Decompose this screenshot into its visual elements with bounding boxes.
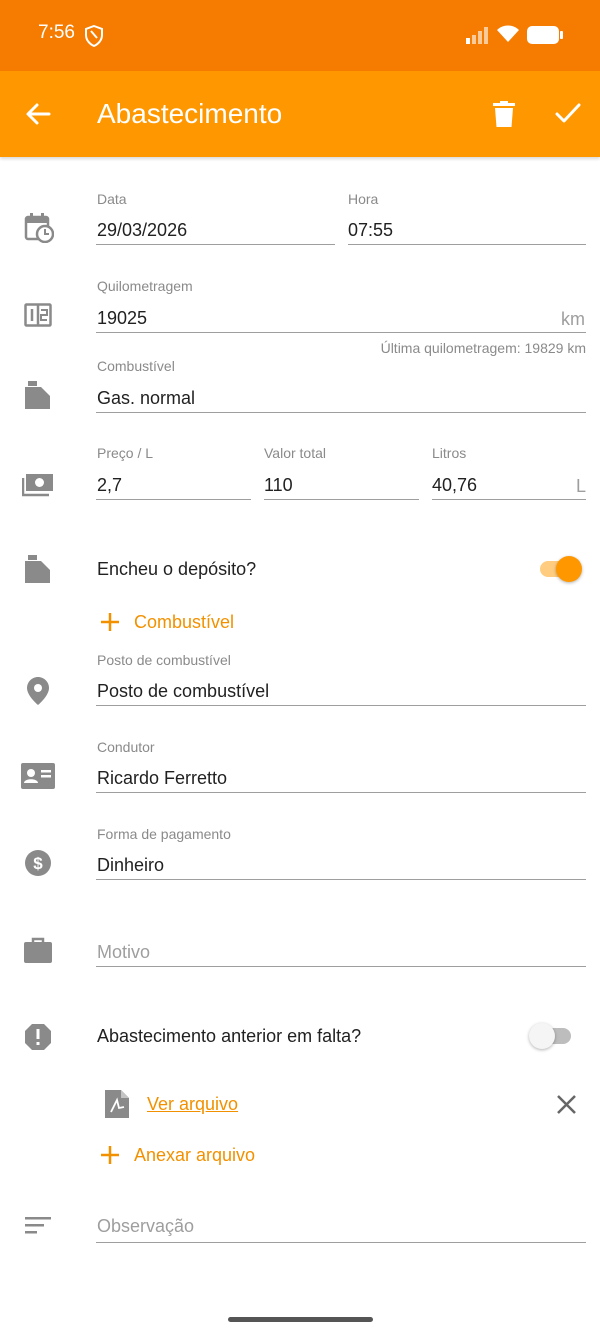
full-tank-label: Encheu o depósito? — [97, 559, 257, 579]
fuel-can-icon — [25, 555, 51, 583]
total-underline — [264, 499, 419, 500]
signal-icon — [465, 26, 491, 44]
full-tank-switch-thumb[interactable] — [556, 556, 582, 582]
liters-label: Litros — [432, 445, 467, 461]
battery-icon — [526, 25, 564, 45]
plus-icon[interactable] — [100, 1145, 120, 1165]
dollar-circle-icon: $ — [24, 849, 52, 877]
page-title: Abastecimento — [97, 98, 283, 129]
home-indicator[interactable] — [228, 1317, 373, 1322]
payment-field[interactable]: Dinheiro — [97, 855, 164, 876]
odometer-underline — [96, 332, 586, 333]
date-underline — [96, 244, 335, 245]
payment-underline — [96, 879, 586, 880]
driver-underline — [96, 792, 586, 793]
fuel-label: Combustível — [97, 358, 175, 374]
odometer-unit: km — [561, 309, 585, 329]
driver-label: Condutor — [97, 739, 155, 755]
time-underline — [348, 244, 586, 245]
total-label: Valor total — [264, 445, 326, 461]
delete-icon[interactable] — [493, 101, 515, 127]
missed-refuel-label: Abastecimento anterior em falta? — [97, 1026, 362, 1046]
reason-underline — [96, 966, 586, 967]
close-icon[interactable] — [557, 1095, 576, 1114]
payment-label: Forma de pagamento — [97, 826, 231, 842]
missed-refuel-switch-thumb[interactable] — [529, 1023, 555, 1049]
liters-unit: L — [576, 476, 587, 496]
station-underline — [96, 705, 586, 706]
liters-underline — [432, 499, 586, 500]
fuel-underline — [96, 412, 586, 413]
odometer-label: Quilometragem — [97, 278, 193, 294]
view-file-link[interactable]: Ver arquivo — [147, 1094, 238, 1115]
station-field[interactable]: Posto de combustível — [97, 681, 269, 702]
date-label: Data — [97, 191, 127, 207]
add-fuel-button[interactable]: Combustível — [134, 612, 234, 633]
liters-field[interactable]: 40,76 — [432, 475, 477, 496]
id-card-icon — [21, 763, 55, 789]
location-pin-icon — [27, 677, 49, 705]
date-field[interactable]: 29/03/2026 — [97, 220, 187, 241]
reason-field[interactable]: Motivo — [97, 942, 150, 963]
time-field[interactable]: 07:55 — [348, 220, 393, 241]
price-label: Preço / L — [97, 445, 154, 461]
station-label: Posto de combustível — [97, 652, 231, 668]
odometer-hint: Última quilometragem: 19829 km — [380, 340, 586, 356]
attach-file-button[interactable]: Anexar arquivo — [134, 1145, 255, 1166]
notes-lines-icon — [25, 1217, 51, 1235]
calendar-clock-icon — [24, 213, 54, 243]
notes-field[interactable]: Observação — [97, 1216, 194, 1237]
alert-octagon-icon — [24, 1023, 52, 1051]
total-field[interactable]: 110 — [264, 475, 293, 496]
money-icon — [22, 473, 54, 497]
back-arrow-icon[interactable] — [25, 101, 51, 127]
odometer-field[interactable]: 19025 — [97, 308, 147, 329]
fuel-field[interactable]: Gas. normal — [97, 388, 195, 409]
shield-icon — [84, 25, 104, 47]
check-icon[interactable] — [555, 102, 581, 124]
odometer-icon — [24, 303, 52, 327]
price-underline — [96, 499, 251, 500]
svg-text:$: $ — [33, 854, 43, 873]
fuel-can-icon — [25, 381, 51, 409]
price-field[interactable]: 2,7 — [97, 475, 122, 496]
driver-field[interactable]: Ricardo Ferretto — [97, 768, 227, 789]
briefcase-icon — [24, 937, 52, 963]
status-time: 7:56 — [38, 22, 75, 43]
pdf-file-icon — [105, 1090, 129, 1118]
wifi-icon — [496, 24, 520, 44]
plus-icon[interactable] — [100, 612, 120, 632]
notes-underline — [96, 1242, 586, 1243]
time-label: Hora — [348, 191, 379, 207]
